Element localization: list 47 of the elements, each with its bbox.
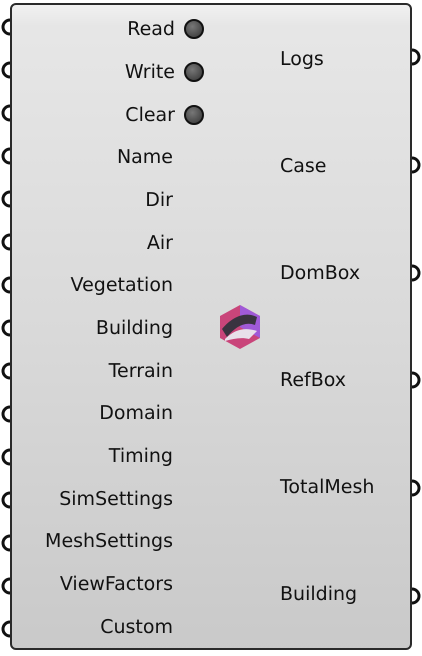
output-grip-icon[interactable]: [412, 371, 422, 390]
input-label: ViewFactors: [60, 573, 173, 596]
input-grip-icon[interactable]: [0, 147, 10, 166]
cube-icon: [217, 302, 263, 350]
input-label: Name: [116, 146, 173, 168]
input-label: Air: [146, 232, 173, 254]
input-label: Timing: [108, 445, 173, 468]
output-label: Building: [280, 583, 358, 606]
input-label: Building: [96, 317, 173, 340]
input-grip-icon[interactable]: [0, 18, 10, 36]
output-grip-icon[interactable]: [412, 48, 422, 66]
output-grip-icon[interactable]: [412, 264, 422, 282]
output-label: DomBox: [280, 262, 360, 284]
input-grip-icon[interactable]: [0, 276, 10, 294]
input-grip-icon[interactable]: [0, 448, 10, 466]
input-grip-icon[interactable]: [0, 490, 10, 509]
input-label: Write: [124, 61, 175, 83]
input-label: Terrain: [108, 360, 173, 382]
input-grip-icon[interactable]: [0, 534, 10, 552]
input-grip-icon[interactable]: [0, 620, 10, 638]
output-label: RefBox: [280, 369, 346, 392]
input-label: Custom: [100, 616, 173, 638]
input-label: Dir: [145, 189, 173, 212]
input-grip-icon[interactable]: [0, 190, 10, 208]
input-grip-icon[interactable]: [0, 404, 10, 423]
output-label: TotalMesh: [280, 476, 374, 498]
output-grip-icon[interactable]: [412, 587, 422, 606]
input-label: Clear: [125, 104, 175, 126]
input-grip-icon[interactable]: [0, 576, 10, 595]
output-grip-icon[interactable]: [412, 479, 422, 498]
toggle-button[interactable]: [184, 19, 204, 40]
component-body[interactable]: Read Write Clear Name Dir Air Vegetation Building Terrain Domain Timing SimSettings MeshSettings ViewFactors Custom Logs Case DomBox RefBox TotalMesh Building: [10, 3, 412, 650]
output-label: Case: [280, 154, 326, 177]
input-label: MeshSettings: [45, 530, 173, 552]
output-label: Logs: [280, 48, 324, 70]
input-grip-icon[interactable]: [0, 61, 10, 80]
input-grip-icon[interactable]: [0, 319, 10, 338]
input-grip-icon[interactable]: [0, 104, 10, 122]
output-grip-icon[interactable]: [412, 156, 422, 174]
toggle-button[interactable]: [184, 104, 204, 125]
input-label: Vegetation: [70, 274, 173, 296]
input-label: SimSettings: [59, 488, 173, 510]
input-label: Read: [127, 18, 175, 40]
input-grip-icon[interactable]: [0, 362, 10, 380]
toggle-button[interactable]: [184, 62, 204, 82]
input-grip-icon[interactable]: [0, 233, 10, 252]
input-label: Domain: [99, 402, 173, 424]
